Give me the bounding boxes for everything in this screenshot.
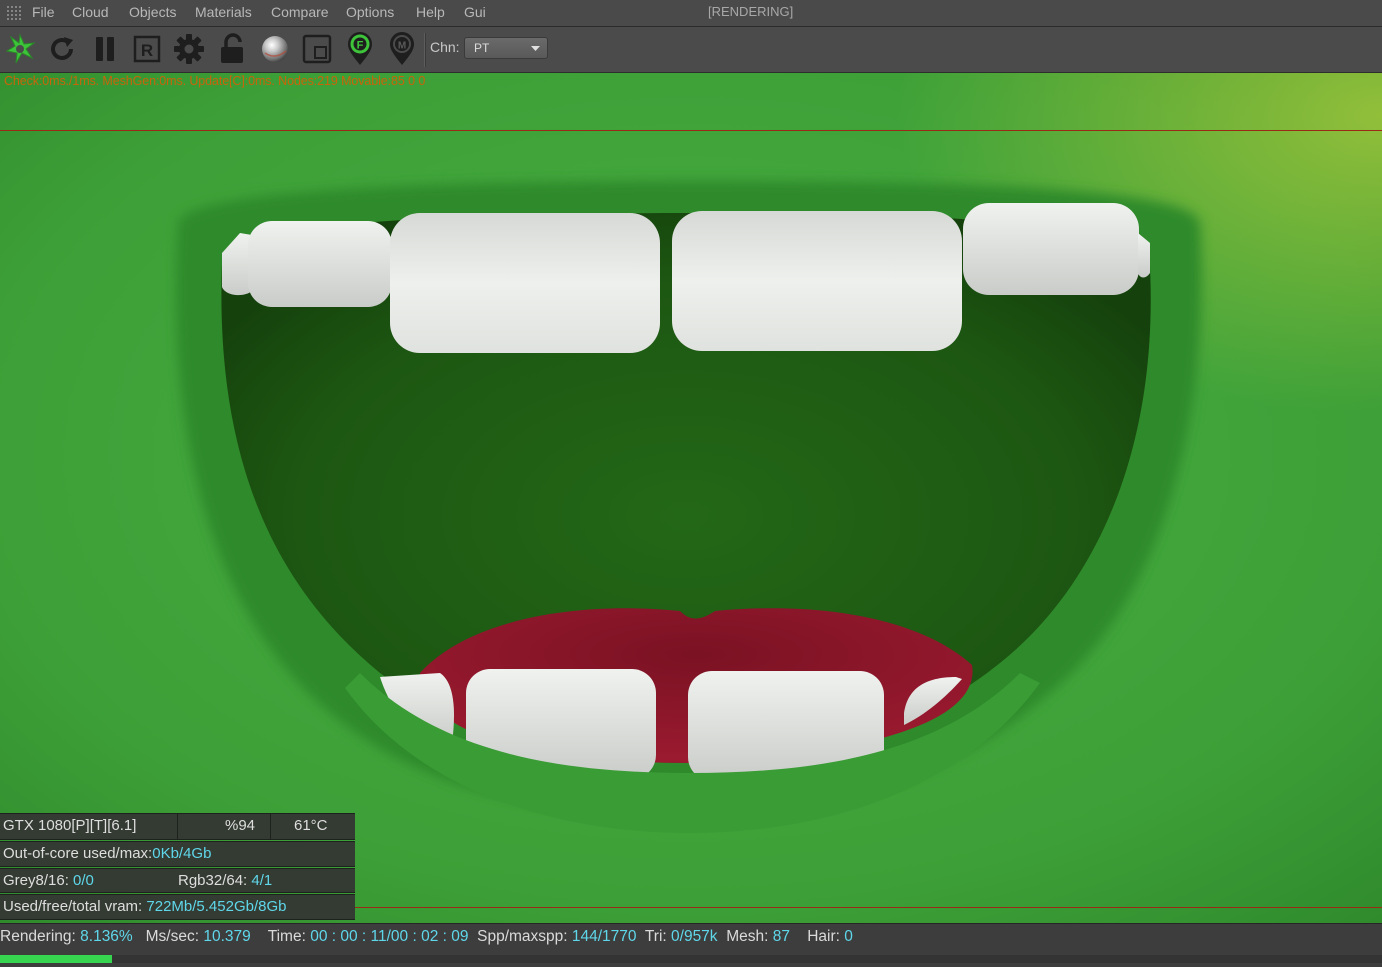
menu-gui[interactable]: Gui xyxy=(464,4,486,20)
spp-label: Spp/maxspp: xyxy=(477,928,572,945)
render-progress-fill xyxy=(0,955,113,963)
material-picker-icon[interactable]: M xyxy=(383,30,421,68)
menu-cloud[interactable]: Cloud xyxy=(72,4,109,20)
window-render-status: [RENDERING] xyxy=(708,4,794,19)
menu-materials[interactable]: Materials xyxy=(195,4,252,20)
material-sphere-icon[interactable] xyxy=(256,30,294,68)
mesh-label: Mesh: xyxy=(726,928,773,945)
ms-sec-value: 10.379 xyxy=(203,928,251,945)
pause-render-icon[interactable] xyxy=(86,30,124,68)
out-of-core-value: 0Kb/4Gb xyxy=(152,845,212,862)
rendering-label: Rendering: xyxy=(0,928,81,945)
rendered-image xyxy=(0,73,1382,923)
time-value: 00 : 00 : 11/00 : 02 : 09 xyxy=(310,928,469,945)
toolbar-separator xyxy=(424,33,426,67)
focus-icon-letter: F xyxy=(357,40,364,52)
vram-label: Used/free/total vram: xyxy=(3,898,147,915)
menu-objects[interactable]: Objects xyxy=(129,4,176,20)
channel-select[interactable]: PT xyxy=(464,37,548,59)
vram-row: Used/free/total vram: 722Mb/5.452Gb/8Gb xyxy=(0,894,355,920)
region-icon-letter: R xyxy=(141,41,153,60)
out-of-core-label: Out-of-core used/max: xyxy=(3,845,153,862)
render-viewport[interactable]: Check:0ms./1ms. MeshGen:0ms. Update[C]:0… xyxy=(0,73,1382,923)
render-debug-stats: Check:0ms./1ms. MeshGen:0ms. Update[C]:0… xyxy=(4,74,426,88)
menu-help[interactable]: Help xyxy=(416,4,445,20)
render-stats: Rendering: 8.136% Ms/sec: 10.379 Time: 0… xyxy=(0,928,853,946)
window-grip-icon[interactable] xyxy=(6,5,22,20)
rgb-texture-value: 4/1 xyxy=(251,872,273,889)
texture-count-row: Grey8/16: 0/0 Rgb32/64: 4/1 xyxy=(0,868,355,893)
rendering-percent: 8.136% xyxy=(80,928,133,945)
region-render-icon[interactable]: R xyxy=(128,30,166,68)
menu-options[interactable]: Options xyxy=(346,4,394,20)
ms-sec-label: Ms/sec: xyxy=(145,928,204,945)
time-label: Time: xyxy=(267,928,311,945)
lock-icon[interactable] xyxy=(213,30,251,68)
out-of-core-row: Out-of-core used/max:0Kb/4Gb xyxy=(0,841,355,867)
restart-render-icon[interactable] xyxy=(43,30,81,68)
focus-picker-icon[interactable]: F xyxy=(341,30,379,68)
material-icon-letter: M xyxy=(398,41,406,52)
chevron-down-icon xyxy=(531,46,540,51)
vram-value: 722Mb/5.452Gb/8Gb xyxy=(146,898,287,915)
render-guide-top xyxy=(0,130,1382,131)
gpu-name: GTX 1080[P][T][6.1] xyxy=(3,817,137,834)
render-progress-bar xyxy=(0,955,1382,963)
menu-file[interactable]: File xyxy=(32,4,55,20)
status-bar: Rendering: 8.136% Ms/sec: 10.379 Time: 0… xyxy=(0,923,1382,967)
menu-bar: File Cloud Objects Materials Compare Opt… xyxy=(0,0,1382,27)
gpu-temperature: 61°C xyxy=(294,817,328,834)
gpu-info-row: GTX 1080[P][T][6.1] %94 61°C xyxy=(0,813,355,840)
octane-logo-icon[interactable] xyxy=(1,30,39,68)
grey-texture-value: 0/0 xyxy=(73,872,94,889)
gpu-load: %94 xyxy=(225,817,256,834)
mesh-value: 87 xyxy=(772,928,790,945)
channel-select-value: PT xyxy=(474,41,490,55)
channel-label: Chn: xyxy=(430,39,460,55)
spp-value: 144/1770 xyxy=(571,928,637,945)
tri-label: Tri: xyxy=(644,928,672,945)
menu-compare[interactable]: Compare xyxy=(271,4,329,20)
grey-texture-label: Grey8/16: xyxy=(3,872,74,889)
clay-mode-icon[interactable] xyxy=(298,30,336,68)
rgb-texture-label: Rgb32/64: xyxy=(178,872,252,889)
settings-gear-icon[interactable] xyxy=(170,30,208,68)
toolbar: R F M Chn: PT xyxy=(0,27,1382,73)
hair-label: Hair: xyxy=(807,928,845,945)
tri-value: 0/957k xyxy=(671,928,718,945)
hair-value: 0 xyxy=(844,928,853,945)
